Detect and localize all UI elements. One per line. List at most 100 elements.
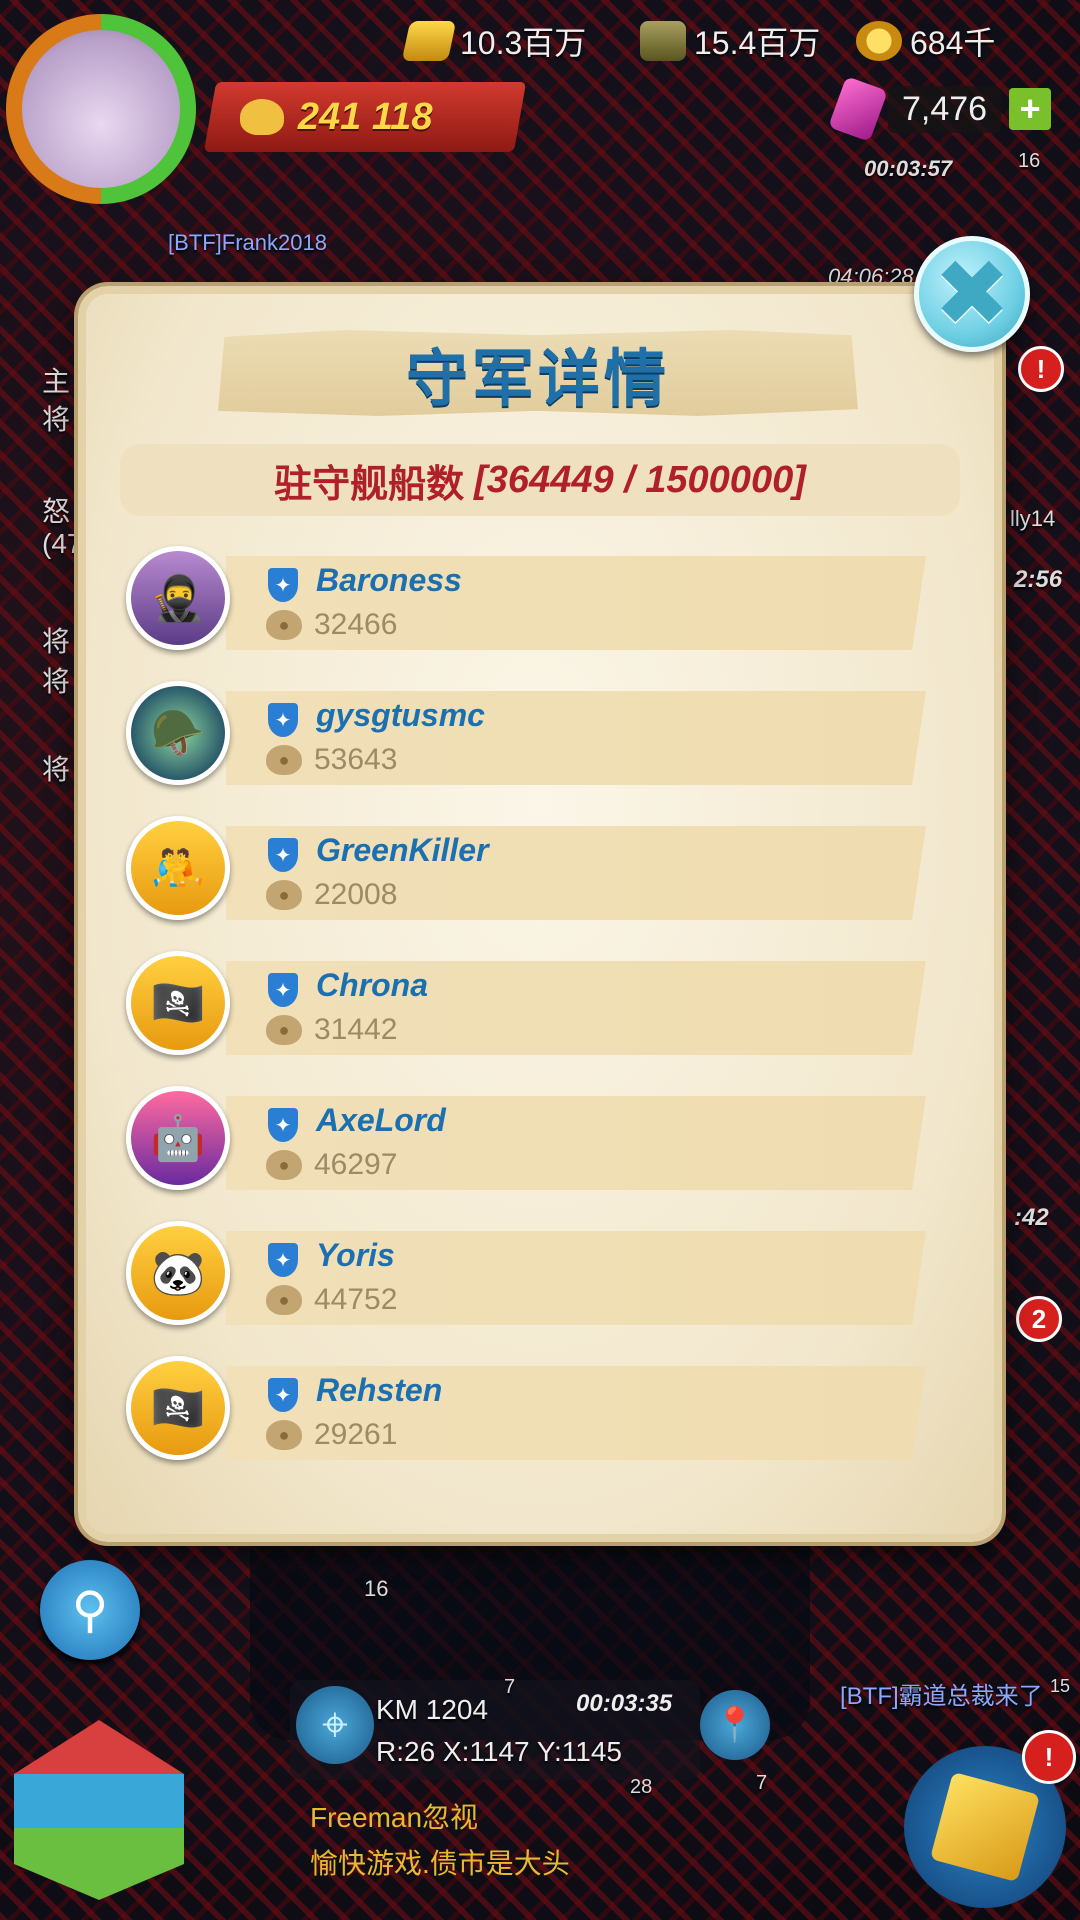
ship-count: 32466 <box>314 608 398 641</box>
side-line-6: 将 <box>42 666 71 697</box>
list-item[interactable]: 🪖 ✦ gysgtusmc ● 53643 <box>126 681 926 791</box>
chat-line-1[interactable]: Freeman忽视 <box>310 1796 478 1836</box>
player-tag: [BTF]Frank2018 <box>168 230 327 255</box>
close-button[interactable]: ✖ <box>914 236 1030 352</box>
garrison-value: [364449 / 1500000] <box>474 458 806 501</box>
side-line-2: 将 <box>42 404 71 435</box>
gem-icon <box>828 76 888 142</box>
search-icon: ⚲ <box>71 1582 109 1638</box>
side-line-7: 将 <box>42 754 71 785</box>
shield-icon: ✦ <box>268 1108 298 1142</box>
list-item[interactable]: 🐼 ✦ Yoris ● 44752 <box>126 1221 926 1331</box>
alliance-news[interactable]: [BTF]霸道总裁来了 <box>840 1676 1043 1711</box>
list-item[interactable]: 🤖 ✦ AxeLord ● 46297 <box>126 1086 926 1196</box>
coin-resource[interactable]: 684千 <box>856 14 995 68</box>
map-level-tag: 16 <box>1018 150 1041 172</box>
coord-line-1: KM 1204 <box>376 1694 489 1725</box>
bag-icon: ● <box>266 880 302 910</box>
power-banner: 241 118 <box>203 82 527 152</box>
title-banner: 守军详情 <box>218 330 858 416</box>
oil-icon <box>640 21 686 61</box>
gold-value: 10.3百万 <box>460 25 587 61</box>
player-avatar-icon[interactable]: 🪖 <box>126 681 230 785</box>
map-level-16: 16 <box>364 1576 389 1601</box>
bag-icon: ● <box>266 1420 302 1450</box>
player-name: AxeLord <box>316 1102 446 1138</box>
search-button[interactable]: ⚲ <box>40 1560 140 1660</box>
list-item[interactable]: 🏴‍☠️ ✦ Rehsten ● 29261 <box>126 1356 926 1466</box>
player-avatar-icon[interactable]: 🥷 <box>126 546 230 650</box>
player-avatar-icon[interactable]: 🏴‍☠️ <box>126 1356 230 1460</box>
player-avatar-icon[interactable]: 🐼 <box>126 1221 230 1325</box>
player-name: Yoris <box>316 1237 395 1273</box>
side-line-1: 主 <box>42 366 71 397</box>
power-value: 241 118 <box>298 95 433 138</box>
march-timer: 00:03:35 <box>576 1690 673 1717</box>
map-level-7b: 7 <box>756 1772 768 1794</box>
bag-icon: ● <box>266 1015 302 1045</box>
map-pin-icon[interactable]: 📍 <box>700 1690 770 1760</box>
right-alert-icon[interactable]: ! <box>1018 346 1064 392</box>
right-name: lly14 <box>1010 506 1056 531</box>
garrison-label: 驻守舰船数 <box>274 463 465 506</box>
side-line-3: 怒 <box>42 496 71 527</box>
gem-value: 7,476 <box>888 85 1002 133</box>
player-name: Rehsten <box>316 1372 443 1408</box>
shield-icon: ✦ <box>268 568 298 602</box>
ship-count: 46297 <box>314 1148 398 1181</box>
player-avatar[interactable] <box>6 14 196 204</box>
bag-icon: ● <box>266 745 302 775</box>
bag-icon: ● <box>266 1150 302 1180</box>
ship-count: 53643 <box>314 743 398 776</box>
list-item[interactable]: 🏴‍☠️ ✦ Chrona ● 31442 <box>126 951 926 1061</box>
cube-icon <box>929 1771 1041 1883</box>
ship-count: 44752 <box>314 1283 398 1316</box>
ship-count: 31442 <box>314 1013 398 1046</box>
shield-icon: ✦ <box>268 973 298 1007</box>
player-avatar-icon[interactable]: 🤼 <box>126 816 230 920</box>
side-line-4: (47 <box>42 528 83 559</box>
map-level-28: 28 <box>630 1776 653 1798</box>
plus-icon[interactable]: + <box>1009 88 1052 130</box>
shield-icon: ✦ <box>268 1243 298 1277</box>
chat-line-2[interactable]: 愉快游戏.债市是大头 <box>310 1842 570 1882</box>
modal-title: 守军详情 <box>405 345 670 414</box>
news-level: 15 <box>1050 1676 1071 1696</box>
coin-icon <box>856 21 902 61</box>
player-avatar-icon[interactable]: 🤖 <box>126 1086 230 1190</box>
rank-wing-icon <box>240 99 284 135</box>
player-avatar-icon[interactable]: 🏴‍☠️ <box>126 951 230 1055</box>
oil-value: 15.4百万 <box>694 25 821 61</box>
player-name: Chrona <box>316 967 428 1003</box>
shield-icon: ✦ <box>268 703 298 737</box>
target-icon[interactable]: ⌖ <box>296 1686 374 1764</box>
right-timer-1: 2:56 <box>1014 566 1063 593</box>
list-item[interactable]: 🥷 ✦ Baroness ● 32466 <box>126 546 926 656</box>
player-name: gysgtusmc <box>316 697 485 733</box>
bag-icon: ● <box>266 610 302 640</box>
player-name: Baroness <box>316 562 462 598</box>
garrison-modal: 守军详情 驻守舰船数 [364449 / 1500000] 🥷 ✦ Barone… <box>78 286 1002 1542</box>
avatar-image <box>22 30 180 188</box>
right-timer-2: :42 <box>1014 1204 1049 1231</box>
shield-icon: ✦ <box>268 1378 298 1412</box>
gold-resource[interactable]: 10.3百万 <box>401 14 587 68</box>
ship-count: 29261 <box>314 1418 398 1451</box>
list-item[interactable]: 🤼 ✦ GreenKiller ● 22008 <box>126 816 926 926</box>
map-level-7a: 7 <box>504 1676 516 1698</box>
right-alert-badge[interactable]: 2 <box>1016 1296 1062 1342</box>
ship-count: 22008 <box>314 878 398 911</box>
side-line-5: 将 <box>42 626 71 657</box>
player-name: GreenKiller <box>316 832 489 868</box>
coord-line-2: R:26 X:1147 Y:1145 <box>376 1736 622 1767</box>
shield-icon: ✦ <box>268 838 298 872</box>
coin-value: 684千 <box>910 25 996 61</box>
cube-alert-icon: ! <box>1022 1730 1076 1784</box>
garrison-count-bar: 驻守舰船数 [364449 / 1500000] <box>120 444 960 516</box>
gold-icon <box>401 21 457 61</box>
bag-icon: ● <box>266 1285 302 1315</box>
oil-resource[interactable]: 15.4百万 <box>640 14 820 68</box>
gem-resource[interactable]: 7,476 + <box>828 76 1052 142</box>
map-timer-top: 00:03:57 <box>864 156 953 181</box>
close-icon: ✖ <box>933 243 1011 345</box>
